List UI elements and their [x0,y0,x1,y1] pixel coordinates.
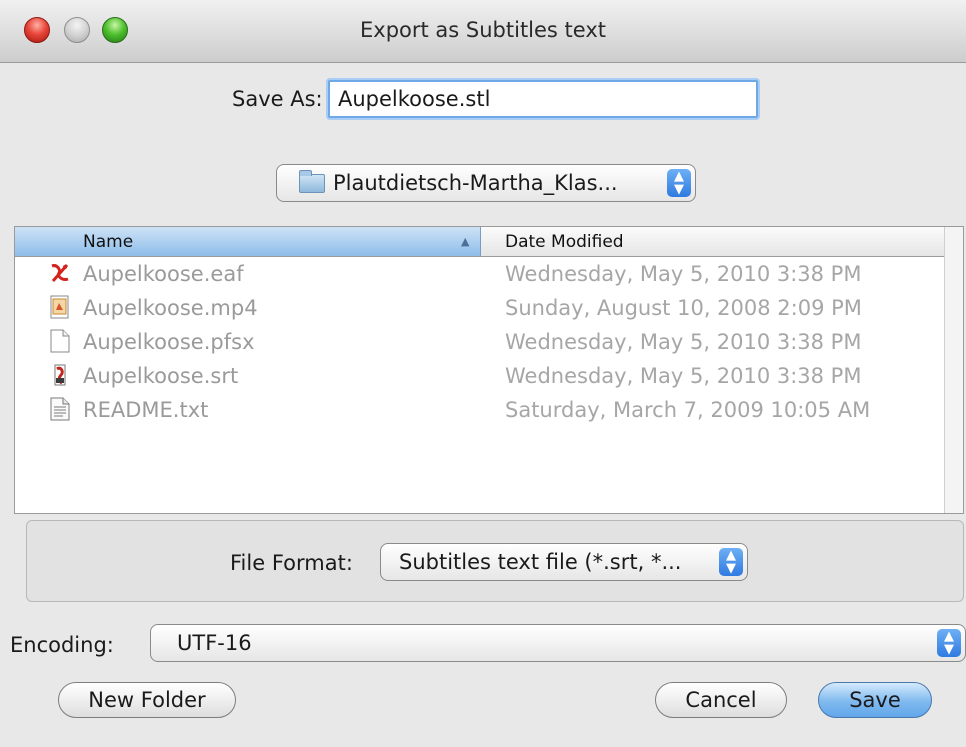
file-format-label: File Format: [230,551,353,575]
column-header-date-modified[interactable]: Date Modified [481,227,945,256]
save-as-label: Save As: [232,87,323,111]
column-date-label: Date Modified [505,232,624,252]
location-popup[interactable]: Plautdietsch-Martha_Klas... ▲ ▼ [276,164,696,202]
video-file-icon [50,295,69,319]
popup-arrows-icon: ▲ ▼ [667,169,691,197]
file-name: README.txt [83,398,209,422]
window-titlebar: Export as Subtitles text [0,0,966,63]
vertical-scrollbar[interactable] [944,227,963,513]
save-as-input[interactable]: Aupelkoose.stl [328,80,758,118]
file-date: Wednesday, May 5, 2010 3:38 PM [505,330,862,354]
encoding-popup[interactable]: UTF-16 ▲ ▼ [150,624,966,662]
file-row[interactable]: Aupelkoose.eaf Wednesday, May 5, 2010 3:… [15,259,945,293]
popup-arrows-icon: ▲ ▼ [719,548,743,576]
file-date: Wednesday, May 5, 2010 3:38 PM [505,262,862,286]
file-row[interactable]: README.txt Saturday, March 7, 2009 10:05… [15,395,945,429]
file-date: Saturday, March 7, 2009 10:05 AM [505,398,871,422]
file-row[interactable]: Aupelkoose.pfsx Wednesday, May 5, 2010 3… [15,327,945,361]
text-document-icon [50,397,70,421]
encoding-value: UTF-16 [177,631,252,655]
file-date: Wednesday, May 5, 2010 3:38 PM [505,364,862,388]
new-folder-button[interactable]: New Folder [58,682,236,718]
popup-arrows-icon: ▲ ▼ [937,629,961,657]
cancel-button[interactable]: Cancel [655,682,787,718]
file-row[interactable]: Aupelkoose.srt Wednesday, May 5, 2010 3:… [15,361,945,395]
file-list-header: Name ▲ Date Modified [15,227,945,257]
sort-ascending-icon: ▲ [461,235,470,248]
folder-icon [299,170,325,193]
file-name: Aupelkoose.mp4 [83,296,258,320]
file-name: Aupelkoose.eaf [83,262,244,286]
file-format-popup[interactable]: Subtitles text file (*.srt, *... ▲ ▼ [380,543,748,581]
save-button[interactable]: Save [818,682,932,718]
file-browser[interactable]: Name ▲ Date Modified Aupelkoose.eaf Wedn… [14,226,964,514]
file-format-value: Subtitles text file (*.srt, *... [399,550,682,574]
file-name: Aupelkoose.srt [83,364,239,388]
encoding-label: Encoding: [10,633,114,657]
column-header-name[interactable]: Name ▲ [15,227,481,256]
file-date: Sunday, August 10, 2008 2:09 PM [505,296,862,320]
file-row[interactable]: Aupelkoose.mp4 Sunday, August 10, 2008 2… [15,293,945,327]
file-name: Aupelkoose.pfsx [83,330,255,354]
location-folder-name: Plautdietsch-Martha_Klas... [333,171,618,195]
elan-file-icon [51,264,69,282]
blank-document-icon [50,329,70,353]
window-title: Export as Subtitles text [360,18,606,42]
column-name-label: Name [83,232,134,252]
subtitle-file-icon [54,364,66,386]
